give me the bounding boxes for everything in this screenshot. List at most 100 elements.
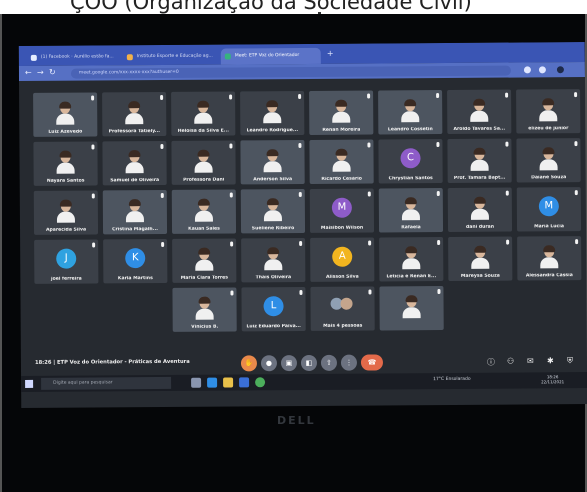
participant-tile[interactable]: K Karla Martins: [103, 238, 168, 284]
participant-name: Kauan Sales: [188, 226, 220, 232]
participant-tile[interactable]: Anderson Silva: [240, 139, 305, 185]
participant-tile[interactable]: Renan Moreira: [309, 90, 374, 135]
windows-start-icon[interactable]: [25, 379, 34, 388]
profile-avatar[interactable]: [556, 66, 564, 74]
mic-muted-icon: [367, 191, 371, 197]
raise-hand-button[interactable]: ✋: [240, 355, 258, 372]
participant-tile[interactable]: dani duran: [447, 187, 513, 232]
mic-muted-icon: [574, 141, 578, 147]
participant-avatar: K: [125, 248, 146, 269]
participant-tile[interactable]: elizeu de júnior: [516, 89, 581, 134]
host-controls-icon[interactable]: ⛨: [567, 356, 573, 366]
participant-tile[interactable]: Aparecida Silva: [33, 190, 99, 235]
participant-tile[interactable]: [379, 286, 444, 331]
participant-tile[interactable]: Mareysa Souza: [448, 236, 513, 281]
store-icon[interactable]: [239, 377, 250, 388]
file-explorer-icon[interactable]: [223, 377, 234, 388]
new-tab-icon[interactable]: +: [327, 49, 334, 58]
edge-icon[interactable]: [207, 377, 218, 388]
leave-call-button[interactable]: ☎: [360, 354, 384, 371]
participant-video: [470, 196, 489, 220]
captions-button[interactable]: ◧: [300, 354, 318, 372]
photo-caption: ÇÕÕ (Organização da Sociedade Civil): [70, 0, 472, 14]
participant-video: [401, 99, 420, 123]
mic-muted-icon: [91, 95, 95, 101]
dell-logo: DELL: [277, 414, 316, 427]
extension-icon[interactable]: [523, 66, 531, 74]
clock-date: 22/11/2021: [541, 379, 565, 385]
participant-name: elizeu de júnior: [528, 126, 569, 132]
mic-muted-icon: [505, 141, 509, 147]
participant-tile[interactable]: Luiz Azevedo: [33, 92, 98, 137]
back-icon[interactable]: ←: [25, 68, 32, 77]
participant-name: Professora Dani: [183, 177, 225, 183]
chrome-icon[interactable]: [255, 377, 266, 388]
tab-facebook[interactable]: (1) Facebook · Aurélio estão fa...: [27, 49, 121, 66]
forward-icon[interactable]: →: [37, 68, 44, 77]
participant-tile[interactable]: Professora Dani: [171, 140, 236, 185]
participant-video: [56, 150, 75, 174]
camera-button[interactable]: ▣: [280, 355, 298, 372]
participant-tile[interactable]: Rafaela: [378, 188, 444, 233]
participant-tile[interactable]: A Alisson Silva: [310, 237, 375, 282]
participant-tile[interactable]: Ricardo Cesário: [309, 139, 374, 184]
participant-tile[interactable]: Leandro Cossetin: [378, 90, 443, 135]
participant-tile[interactable]: Thaís Oliveira: [241, 237, 306, 283]
participant-tile[interactable]: Daiane Souza: [516, 138, 581, 183]
participant-video: [195, 247, 214, 271]
participant-tile[interactable]: L Luiz Eduardo Paiva...: [241, 286, 306, 332]
mic-muted-icon: [230, 241, 234, 247]
participant-tile[interactable]: Sueliene Ribeiro: [240, 188, 306, 234]
participant-video: [470, 98, 489, 122]
participant-tile[interactable]: Alessandra Cássia: [517, 236, 582, 281]
reload-icon[interactable]: ↻: [49, 68, 56, 77]
info-icon[interactable]: ⓘ: [487, 357, 495, 368]
participant-video: [332, 148, 351, 172]
mic-muted-icon: [299, 290, 303, 296]
participant-tile[interactable]: Mais 4 pessoas: [310, 286, 375, 331]
task-view-icon[interactable]: [191, 377, 202, 388]
participant-video: [402, 295, 421, 319]
participant-avatar: M: [331, 197, 352, 218]
participant-tile[interactable]: Cristina Magalh...: [102, 189, 168, 235]
participant-tile[interactable]: Jjoel ferreira: [34, 239, 99, 284]
participant-tile[interactable]: Kauan Sales: [171, 189, 237, 234]
mic-muted-icon: [298, 192, 302, 198]
participant-tile[interactable]: Maria Clara Torres: [172, 238, 237, 283]
tab-meet[interactable]: Meet: ETP Voz do Orientador: [220, 47, 321, 65]
participant-name: Vinicius B.: [191, 324, 219, 330]
participant-tile[interactable]: M Maria Lucia: [516, 187, 582, 232]
tab-instituto[interactable]: Instituto Esporte e Educação ag...: [123, 49, 219, 66]
chat-icon[interactable]: ✉: [527, 356, 534, 365]
participant-tile[interactable]: Nayara Santos: [33, 141, 98, 186]
mic-muted-icon: [229, 94, 233, 100]
participant-name: Renan Moreira: [322, 127, 361, 133]
weather-widget[interactable]: 17°C Ensolarado: [433, 377, 471, 382]
participant-tile[interactable]: Leandro Rodrigue...: [240, 90, 305, 136]
participant-tile[interactable]: M Maisibon Wilson: [309, 188, 375, 233]
mic-muted-icon: [230, 290, 234, 296]
taskbar-search-input[interactable]: Digite aqui para pesquisar: [41, 376, 172, 390]
participant-tile[interactable]: C Chrystian Santos: [378, 139, 443, 184]
participant-name: Mais 4 pessoas: [323, 323, 363, 329]
mic-muted-icon: [367, 93, 371, 99]
participant-tile[interactable]: Vinicius B.: [172, 287, 237, 332]
activities-icon[interactable]: ✱: [547, 356, 554, 365]
participant-tile[interactable]: Heloísa da Silva E...: [171, 91, 236, 136]
laptop-screen: (1) Facebook · Aurélio estão fa... Insti…: [18, 42, 587, 408]
participant-tile[interactable]: Prof. Tamara Bapt...: [447, 138, 512, 183]
star-icon[interactable]: [538, 66, 546, 74]
participant-video: [470, 147, 489, 171]
participant-tile[interactable]: Samuel de Oliveira: [102, 140, 167, 186]
participant-tile[interactable]: Letícia e Renan E...: [379, 237, 444, 282]
present-button[interactable]: ⇧: [320, 354, 338, 371]
more-options-button[interactable]: ⋮: [340, 354, 358, 371]
participant-tile[interactable]: Aroldo Tavares Sa...: [447, 89, 512, 134]
mic-button[interactable]: ●: [260, 355, 278, 372]
more-people-avatars: [330, 297, 355, 312]
people-icon[interactable]: ⚇: [507, 357, 514, 366]
url-field[interactable]: meet.google.com/xxx-xxxx-xxx?authuser=0: [70, 65, 511, 79]
system-clock[interactable]: 18:26 22/11/2021: [541, 374, 564, 384]
participant-tile[interactable]: Professora Tatiely...: [102, 91, 167, 137]
meet-favicon-icon: [224, 53, 231, 60]
